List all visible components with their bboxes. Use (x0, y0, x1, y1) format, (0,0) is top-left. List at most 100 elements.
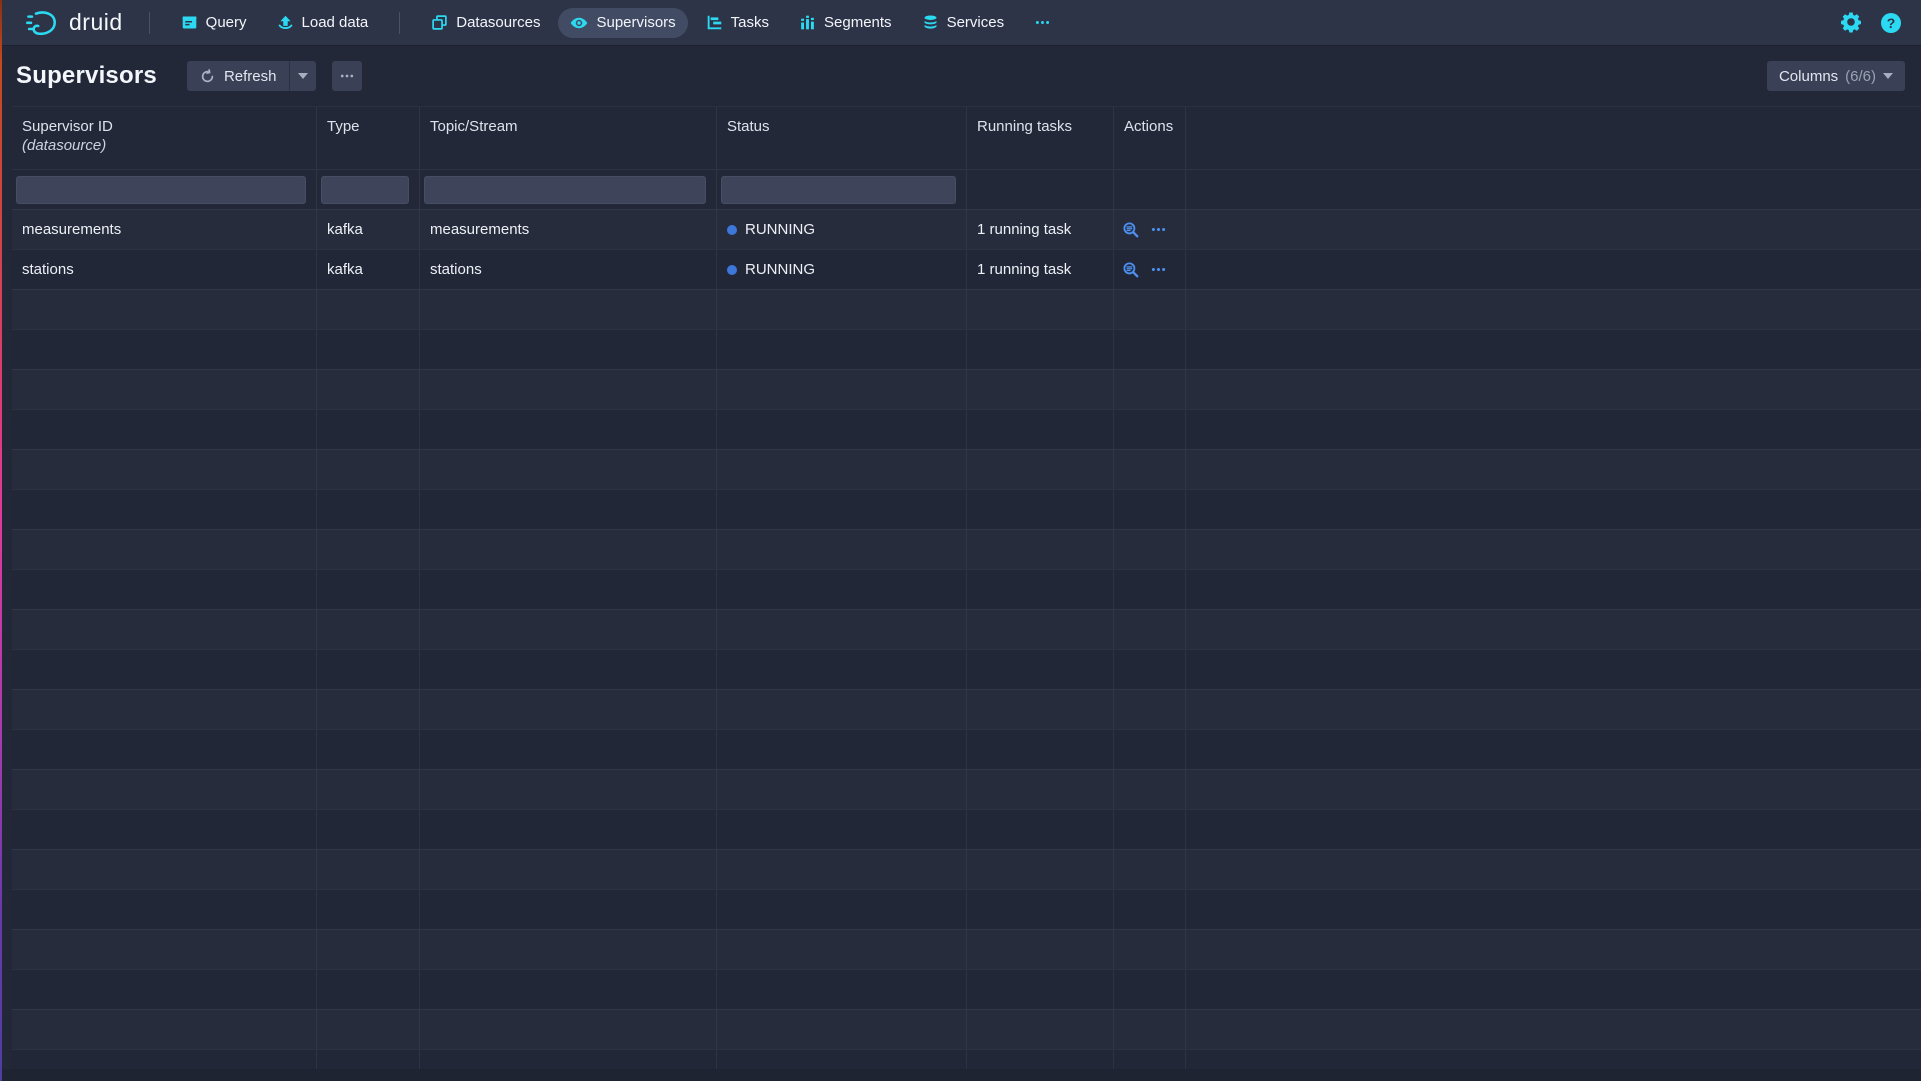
cell-status (717, 930, 967, 969)
header-type[interactable]: Type (317, 107, 420, 169)
header-topic-stream[interactable]: Topic/Stream (420, 107, 717, 169)
header-subtitle: (datasource) (22, 136, 306, 155)
nav-item-services[interactable]: Services (910, 8, 1017, 37)
nav-item-label: Supervisors (596, 14, 675, 31)
cell-supervisor-id (12, 570, 317, 609)
cell-running-tasks (967, 730, 1114, 769)
cell-supervisor-id: stations (12, 250, 317, 289)
table-row[interactable]: measurementskafkameasurementsRUNNING1 ru… (12, 209, 1921, 249)
table-filter-row (12, 169, 1921, 209)
nav-item-supervisors[interactable]: Supervisors (558, 8, 687, 38)
cell-topic-stream (420, 290, 717, 329)
cell-type (317, 970, 420, 1009)
toolbar-more-button[interactable] (332, 61, 362, 91)
header-running-tasks[interactable]: Running tasks (967, 107, 1114, 169)
header-status[interactable]: Status (717, 107, 967, 169)
filter-type-input[interactable] (321, 176, 409, 204)
nav-more-button[interactable] (1022, 8, 1063, 37)
cell-actions (1114, 1010, 1186, 1049)
page-title: Supervisors (16, 62, 157, 90)
cell-filler (1186, 290, 1921, 329)
cell-running-tasks (967, 690, 1114, 729)
cell-status (717, 570, 967, 609)
nav-item-tasks[interactable]: Tasks (694, 8, 781, 37)
cell-supervisor-id (12, 1010, 317, 1049)
druid-logo[interactable]: druid (26, 8, 123, 38)
datasources-icon (431, 14, 448, 31)
cell-type (317, 650, 420, 689)
cell-supervisor-id (12, 930, 317, 969)
nav-item-label: Tasks (731, 14, 769, 31)
cell-status (717, 530, 967, 569)
table-row-empty (12, 769, 1921, 809)
cell-supervisor-id (12, 330, 317, 369)
cell-filler (1186, 810, 1921, 849)
cell-supervisor-id (12, 730, 317, 769)
cell-status (717, 490, 967, 529)
cell-running-tasks (967, 610, 1114, 649)
header-supervisor-id[interactable]: Supervisor ID (datasource) (12, 107, 317, 169)
cell-type (317, 330, 420, 369)
cell-running-tasks (967, 330, 1114, 369)
header-label: Type (327, 117, 409, 136)
nav-item-query[interactable]: Query (169, 8, 259, 37)
header-label: Running tasks (977, 117, 1103, 136)
table-row[interactable]: stationskafkastationsRUNNING1 running ta… (12, 249, 1921, 289)
nav-item-load-data[interactable]: Load data (265, 8, 381, 37)
header-actions[interactable]: Actions (1114, 107, 1186, 169)
cell-type (317, 770, 420, 809)
nav-item-label: Query (206, 14, 247, 31)
cell-topic-stream (420, 1010, 717, 1049)
help-button[interactable]: ? (1879, 11, 1903, 35)
cell-type (317, 610, 420, 649)
cell-running-tasks (967, 890, 1114, 929)
cell-filler (1186, 210, 1921, 249)
cell-actions (1114, 770, 1186, 809)
row-more-icon[interactable] (1150, 261, 1167, 278)
cell-running-tasks (967, 370, 1114, 409)
filter-topic-stream-input[interactable] (424, 176, 706, 204)
table-row-empty (12, 969, 1921, 1009)
row-more-icon[interactable] (1150, 221, 1167, 238)
cell-supervisor-id (12, 410, 317, 449)
status-dot (727, 225, 737, 235)
cell-actions (1114, 330, 1186, 369)
filter-cell (1186, 170, 1921, 209)
cell-topic-stream (420, 330, 717, 369)
view-details-icon[interactable] (1122, 221, 1140, 239)
cell-actions (1114, 690, 1186, 729)
cell-running-tasks (967, 930, 1114, 969)
table-row-empty (12, 889, 1921, 929)
navbar-items: Datasources Supervisors Tasks (416, 8, 1066, 38)
nav-item-datasources[interactable]: Datasources (419, 8, 552, 37)
cell-type (317, 1050, 420, 1069)
cell-running-tasks (967, 450, 1114, 489)
cell-filler (1186, 410, 1921, 449)
cell-actions (1114, 410, 1186, 449)
cell-type (317, 290, 420, 329)
cell-actions (1114, 610, 1186, 649)
refresh-options-button[interactable] (289, 61, 316, 91)
nav-item-segments[interactable]: Segments (787, 8, 904, 37)
cell-type (317, 810, 420, 849)
cell-topic-stream: measurements (420, 210, 717, 249)
cell-type (317, 570, 420, 609)
druid-logo-icon (26, 8, 60, 38)
bottom-scrollbar-track[interactable] (0, 1069, 1921, 1081)
columns-button[interactable]: Columns (6/6) (1767, 61, 1905, 91)
settings-button[interactable] (1839, 11, 1863, 35)
refresh-button[interactable]: Refresh (187, 61, 290, 91)
view-details-icon[interactable] (1122, 261, 1140, 279)
cell-type (317, 930, 420, 969)
filter-supervisor-id-input[interactable] (16, 176, 306, 204)
chevron-down-icon (1883, 73, 1893, 79)
header-filler (1186, 107, 1921, 169)
table-row-empty (12, 489, 1921, 529)
status-label: RUNNING (745, 261, 815, 278)
cell-topic-stream (420, 490, 717, 529)
filter-cell (420, 170, 717, 209)
cell-topic-stream (420, 970, 717, 1009)
cell-status (717, 650, 967, 689)
cell-status (717, 1010, 967, 1049)
filter-status-input[interactable] (721, 176, 956, 204)
